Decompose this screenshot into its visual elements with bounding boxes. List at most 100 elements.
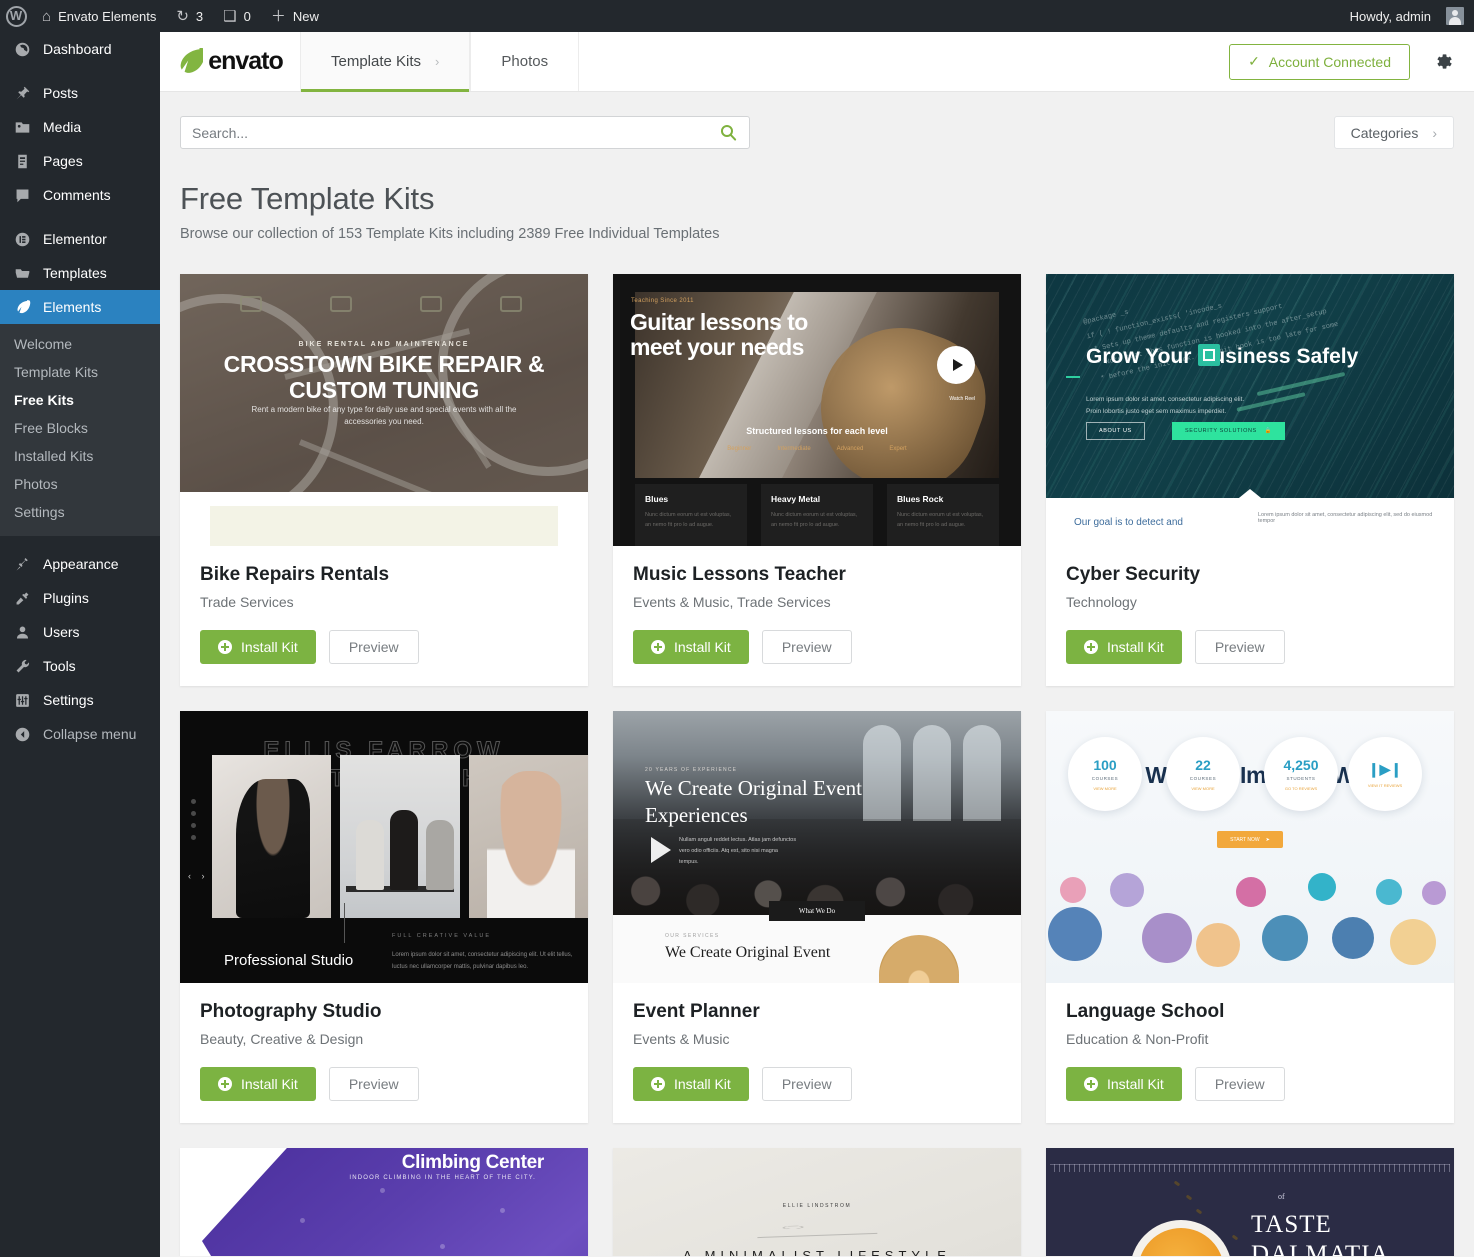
art-card-body: Nunc dictum eorum ut est voluptas, an ne… xyxy=(897,512,984,529)
site-name-menu[interactable]: ⌂ Envato Elements xyxy=(32,0,166,32)
settings-gear-button[interactable] xyxy=(1432,51,1454,73)
submenu-item-settings[interactable]: Settings xyxy=(0,498,160,526)
tab-photos[interactable]: Photos xyxy=(470,32,580,91)
chevron-right-icon: › xyxy=(1432,124,1437,141)
signature-icon xyxy=(756,1211,878,1239)
check-icon: ✓ xyxy=(1248,53,1260,69)
collapse-menu-button[interactable]: Collapse menu xyxy=(0,717,160,751)
kit-card[interactable]: 20 YEARS OF EXPERIENCE We Create Origina… xyxy=(613,711,1021,1123)
install-kit-button[interactable]: Install Kit xyxy=(1066,630,1182,664)
art-kicker: BIKE RENTAL AND MAINTENANCE xyxy=(298,341,470,348)
submenu-item-free-blocks[interactable]: Free Blocks xyxy=(0,414,160,442)
wp-logo-button[interactable] xyxy=(0,0,32,32)
sidebar-item-settings[interactable]: Settings xyxy=(0,683,160,717)
art-stat-link: VIEW IT REVIEWS xyxy=(1367,782,1403,788)
install-kit-button[interactable]: Install Kit xyxy=(200,630,316,664)
install-kit-button[interactable]: Install Kit xyxy=(200,1067,316,1101)
sidebar-item-users[interactable]: Users xyxy=(0,615,160,649)
sliders-icon xyxy=(12,690,32,710)
kit-thumbnail[interactable]: Learn With Us. Improve With Us. START NO… xyxy=(1046,711,1454,983)
comments-menu[interactable]: ❑ 0 xyxy=(213,0,261,32)
sidebar-item-plugins[interactable]: Plugins xyxy=(0,581,160,615)
preview-button[interactable]: Preview xyxy=(761,630,852,664)
kit-info: Language School Education & Non-Profit I… xyxy=(1046,983,1454,1123)
tab-template-kits[interactable]: Template Kits › xyxy=(300,32,471,92)
home-icon: ⌂ xyxy=(42,7,52,25)
submenu-item-photos[interactable]: Photos xyxy=(0,470,160,498)
sidebar-item-tools[interactable]: Tools xyxy=(0,649,160,683)
play-triangle-icon xyxy=(651,837,671,863)
kit-thumbnail[interactable]: @package _s if ( ! function_exists( 'inc… xyxy=(1046,274,1454,546)
sidebar-item-templates[interactable]: Templates xyxy=(0,256,160,290)
kit-card[interactable]: BIKE RENTAL AND MAINTENANCE CROSSTOWN BI… xyxy=(180,274,588,686)
my-account-menu[interactable]: Howdy, admin xyxy=(1340,0,1474,32)
art-kicker: FULL CREATIVE VALUE xyxy=(392,933,492,939)
site-title: Envato Elements xyxy=(58,8,157,24)
submenu-item-welcome[interactable]: Welcome xyxy=(0,330,160,358)
updates-menu[interactable]: ↻ 3 xyxy=(166,0,213,32)
submenu-item-template-kits[interactable]: Template Kits xyxy=(0,358,160,386)
preview-button[interactable]: Preview xyxy=(761,1067,852,1101)
preview-button[interactable]: Preview xyxy=(328,630,419,664)
art-card-title: Heavy Metal xyxy=(771,494,821,504)
kit-thumbnail[interactable]: 20 YEARS OF EXPERIENCE We Create Origina… xyxy=(613,711,1021,983)
submenu-item-free-kits[interactable]: Free Kits xyxy=(0,386,160,414)
art-card-body: Nunc dictum eorum ut est voluptas, an ne… xyxy=(771,512,858,529)
kit-thumbnail[interactable]: Climbing Center INDOOR CLIMBING IN THE H… xyxy=(180,1148,588,1256)
preview-button[interactable]: Preview xyxy=(1194,630,1285,664)
art-section-heading: We Create Original Event xyxy=(665,944,831,961)
sidebar-item-dashboard[interactable]: Dashboard xyxy=(0,32,160,66)
page-icon xyxy=(12,151,32,171)
kit-actions: Install Kit Preview xyxy=(1066,1067,1434,1101)
kit-card[interactable]: of TASTE DALMATIA Lorem ipsum dolor sit … xyxy=(1046,1148,1454,1256)
tab-label: Photos xyxy=(501,53,549,70)
kit-category: Trade Services xyxy=(200,594,294,610)
kit-thumbnail[interactable]: Teaching Since 2011 Guitar lessons to me… xyxy=(613,274,1021,546)
sidebar-item-posts[interactable]: Posts xyxy=(0,76,160,110)
sidebar-item-elementor[interactable]: Elementor xyxy=(0,222,160,256)
kit-preview-art: BIKE RENTAL AND MAINTENANCE CROSSTOWN BI… xyxy=(180,274,588,546)
kit-card[interactable]: Learn With Us. Improve With Us. START NO… xyxy=(1046,711,1454,1123)
preview-button[interactable]: Preview xyxy=(1194,1067,1285,1101)
kit-card[interactable]: ELLIE LINDSTROM A MINIMALIST LIFESTYLE xyxy=(613,1148,1021,1256)
brush-icon xyxy=(12,554,32,574)
search-icon[interactable] xyxy=(719,123,738,142)
kit-info: Photography Studio Beauty, Creative & De… xyxy=(180,983,588,1123)
sidebar-item-media[interactable]: Media xyxy=(0,110,160,144)
kit-card[interactable]: Teaching Since 2011 Guitar lessons to me… xyxy=(613,274,1021,686)
install-kit-button[interactable]: Install Kit xyxy=(1066,1067,1182,1101)
install-kit-button[interactable]: Install Kit xyxy=(633,1067,749,1101)
kit-thumbnail[interactable]: BIKE RENTAL AND MAINTENANCE CROSSTOWN BI… xyxy=(180,274,588,546)
kit-actions: Install Kit Preview xyxy=(200,630,568,664)
sidebar-item-appearance[interactable]: Appearance xyxy=(0,547,160,581)
sidebar-item-comments[interactable]: Comments xyxy=(0,178,160,212)
folder-icon xyxy=(12,263,32,283)
kit-card[interactable]: Climbing Center INDOOR CLIMBING IN THE H… xyxy=(180,1148,588,1256)
sidebar-item-label: Appearance xyxy=(43,556,119,572)
shield-badge-icon xyxy=(1198,344,1220,366)
account-connected-button[interactable]: ✓ Account Connected xyxy=(1229,43,1410,80)
install-kit-label: Install Kit xyxy=(674,1076,731,1092)
categories-button[interactable]: Categories › xyxy=(1333,116,1454,149)
install-kit-button[interactable]: Install Kit xyxy=(633,630,749,664)
kit-thumbnail[interactable]: of TASTE DALMATIA Lorem ipsum dolor sit … xyxy=(1046,1148,1454,1256)
search-box[interactable] xyxy=(180,116,750,149)
preview-button[interactable]: Preview xyxy=(328,1067,419,1101)
art-kicker: 20 YEARS OF EXPERIENCE xyxy=(645,767,738,773)
kit-preview-art: ELLIS FARROW PHOTOGRAPHY ‹ › Professiona… xyxy=(180,711,588,983)
lock-icon: 🔒 xyxy=(1264,428,1273,434)
new-content-menu[interactable]: ＋ New xyxy=(261,0,329,32)
sidebar-item-pages[interactable]: Pages xyxy=(0,144,160,178)
kit-card[interactable]: ELLIS FARROW PHOTOGRAPHY ‹ › Professiona… xyxy=(180,711,588,1123)
install-kit-label: Install Kit xyxy=(674,639,731,655)
sidebar-item-elements[interactable]: Elements xyxy=(0,290,160,324)
kit-thumbnail[interactable]: ELLIE LINDSTROM A MINIMALIST LIFESTYLE xyxy=(613,1148,1021,1256)
search-input[interactable] xyxy=(192,124,719,141)
content-toolbar: Categories › xyxy=(180,116,1454,149)
submenu-item-installed-kits[interactable]: Installed Kits xyxy=(0,442,160,470)
sidebar-item-label: Users xyxy=(43,624,80,640)
kit-thumbnail[interactable]: ELLIS FARROW PHOTOGRAPHY ‹ › Professiona… xyxy=(180,711,588,983)
updates-icon: ↻ xyxy=(176,7,189,25)
new-label: New xyxy=(292,8,319,24)
kit-card[interactable]: @package _s if ( ! function_exists( 'inc… xyxy=(1046,274,1454,686)
